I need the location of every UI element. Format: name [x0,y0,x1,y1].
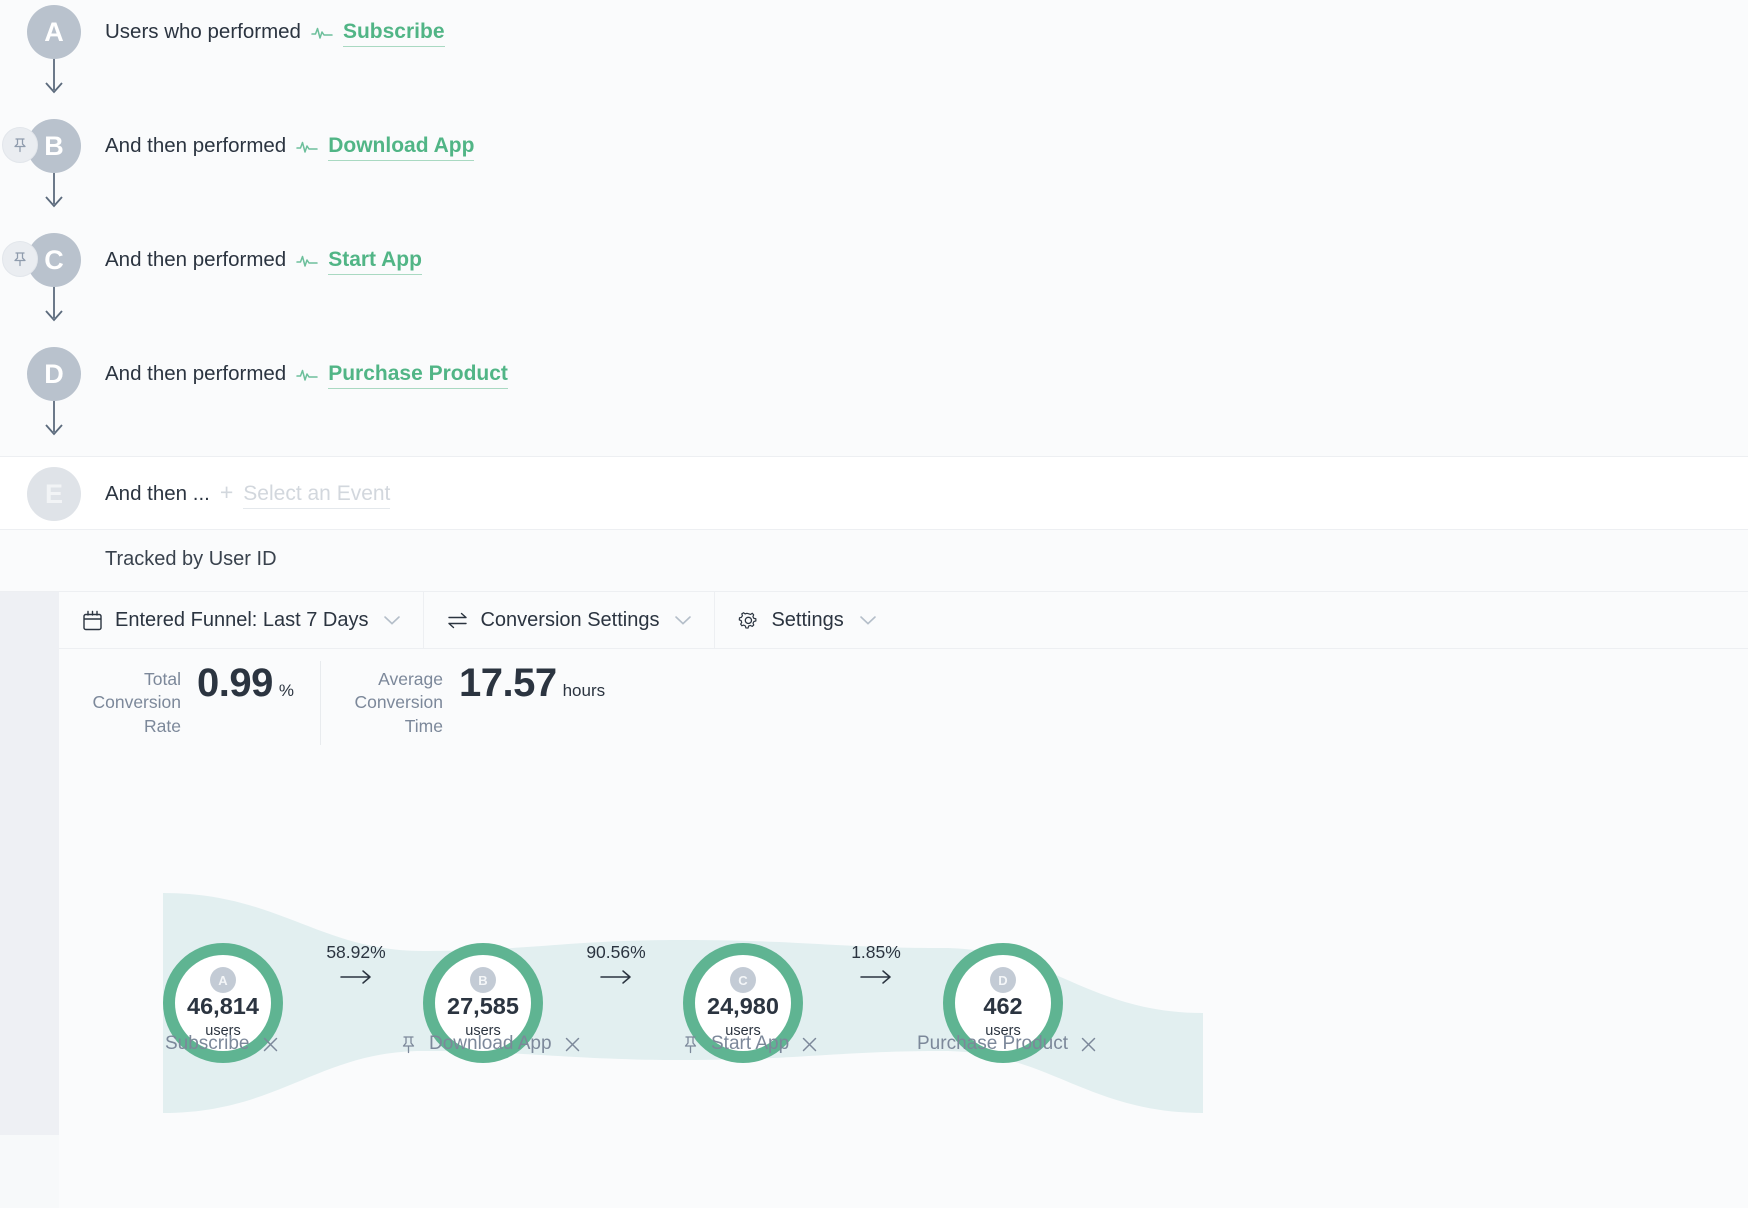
plus-icon: + [219,479,234,505]
date-range-selector[interactable]: Entered Funnel: Last 7 Days [59,592,425,648]
metric-unit: % [278,681,294,700]
step-event-link-c[interactable]: Start App [328,248,422,275]
summary-metrics: Total Conversion Rate 0.99 % Average Con… [59,649,1748,757]
funnel-report-page: A Users who performed Subscribe B And th… [0,0,1748,1208]
funnel-step-row-e-add[interactable]: E And then ... + Select an Event [0,456,1748,530]
step-event-link-a[interactable]: Subscribe [342,20,445,47]
step-connector-arrow-d [45,396,63,436]
step-text-d: And then performed Purchase Product [105,362,508,389]
metric-value: 17.57 [458,661,557,705]
arrow-right-icon [561,967,671,992]
metric-total-conversion-rate: Total Conversion Rate 0.99 % [59,661,320,745]
settings-label: Settings [771,608,844,631]
step-text-b: And then performed Download App [105,134,475,161]
funnel-conversion-pct: 90.56% [586,942,646,962]
pin-icon-c[interactable] [2,241,38,277]
settings-selector[interactable]: Settings [715,592,898,648]
funnel-step-row-b: B And then performed Download App [0,114,1748,228]
step-prefix-a: Users who performed [105,20,301,43]
step-connector-arrow-a [45,54,63,94]
step-prefix-b: And then performed [105,134,287,157]
report-toolbar: Entered Funnel: Last 7 Days Conversion S… [59,592,1748,649]
step-badge-d: D [27,347,81,401]
pulse-icon [296,362,318,386]
step-text-a: Users who performed Subscribe [105,20,445,47]
funnel-step-row-c: C And then performed Start App [0,228,1748,342]
funnel-conversion-pct: 1.85% [851,942,901,962]
funnel-node-label-text: Subscribe [165,1033,250,1054]
step-badge-e: E [27,467,81,521]
funnel-node-label-c: Start App [681,1033,819,1055]
funnel-conversion-a-b: 58.92% [301,942,411,992]
close-icon[interactable] [800,1035,819,1054]
pin-icon[interactable] [681,1034,700,1055]
funnel-builder: A Users who performed Subscribe B And th… [0,0,1748,757]
chevron-down-icon [674,615,692,626]
conversion-settings-label: Conversion Settings [480,608,660,631]
step-prefix-c: And then performed [105,248,287,271]
pin-icon-b[interactable] [2,127,38,163]
metric-caption: Total Conversion Rate [92,669,181,736]
funnel-node-label-text: Purchase Product [917,1033,1069,1054]
funnel-node-letter: B [470,967,496,994]
step-prefix-d: And then performed [105,362,287,385]
funnel-step-row-d: D And then performed Purchase Product [0,342,1748,456]
funnel-node-value: 46,814 [187,993,259,1020]
funnel-node-label-text: Download App [429,1033,552,1054]
arrow-right-icon [821,967,931,992]
chevron-down-icon [859,615,877,626]
select-event-link[interactable]: Select an Event [243,482,391,509]
funnel-node-value: 27,585 [447,993,519,1020]
step-badge-a: A [27,5,81,59]
funnel-conversion-c-d: 1.85% [821,942,931,992]
pulse-icon [311,20,333,44]
chevron-down-icon [383,615,401,626]
conversion-arrows-icon [446,609,469,632]
metric-average-conversion-time: Average Conversion Time 17.57 hours [319,661,631,745]
close-icon[interactable] [261,1035,280,1054]
step-connector-arrow-c [45,282,63,322]
tracked-by-row: Tracked by User ID [0,530,1748,592]
date-range-label: Entered Funnel: Last 7 Days [115,608,369,631]
funnel-chart: A 46,814 users Subscribe 58.92% B 27,585… [59,768,1748,1208]
gear-icon [737,609,760,632]
close-icon[interactable] [563,1035,582,1054]
step-event-link-b[interactable]: Download App [328,134,475,161]
metric-caption: Average Conversion Time [354,669,443,736]
tracked-by-label: Tracked by User ID [105,548,277,570]
calendar-icon [81,609,104,632]
pin-icon[interactable] [399,1034,418,1055]
step-prefix-e: And then ... [105,482,210,505]
funnel-node-letter: D [990,967,1016,994]
metric-value: 0.99 [197,661,273,705]
funnel-conversion-b-c: 90.56% [561,942,671,992]
funnel-conversion-pct: 58.92% [326,942,386,962]
pulse-icon [296,134,318,158]
funnel-node-label-a: Subscribe [165,1033,280,1055]
step-connector-arrow-b [45,168,63,208]
funnel-node-letter: C [730,967,756,994]
pulse-icon [296,248,318,272]
funnel-node-value: 462 [983,993,1023,1020]
step-text-c: And then performed Start App [105,248,422,275]
metric-unit: hours [562,681,606,700]
arrow-right-icon [301,967,411,992]
close-icon[interactable] [1079,1035,1098,1054]
funnel-node-letter: A [210,967,236,994]
funnel-step-row-a: A Users who performed Subscribe [0,0,1748,114]
left-gutter-lower [0,1135,59,1208]
step-text-e: And then ... + Select an Event [105,479,391,509]
funnel-node-label-text: Start App [711,1033,790,1054]
funnel-node-label-d: Purchase Product [917,1033,1098,1055]
step-event-link-d[interactable]: Purchase Product [328,362,508,389]
funnel-node-value: 24,980 [707,993,779,1020]
conversion-settings-selector[interactable]: Conversion Settings [424,592,716,648]
funnel-node-label-b: Download App [399,1033,582,1055]
